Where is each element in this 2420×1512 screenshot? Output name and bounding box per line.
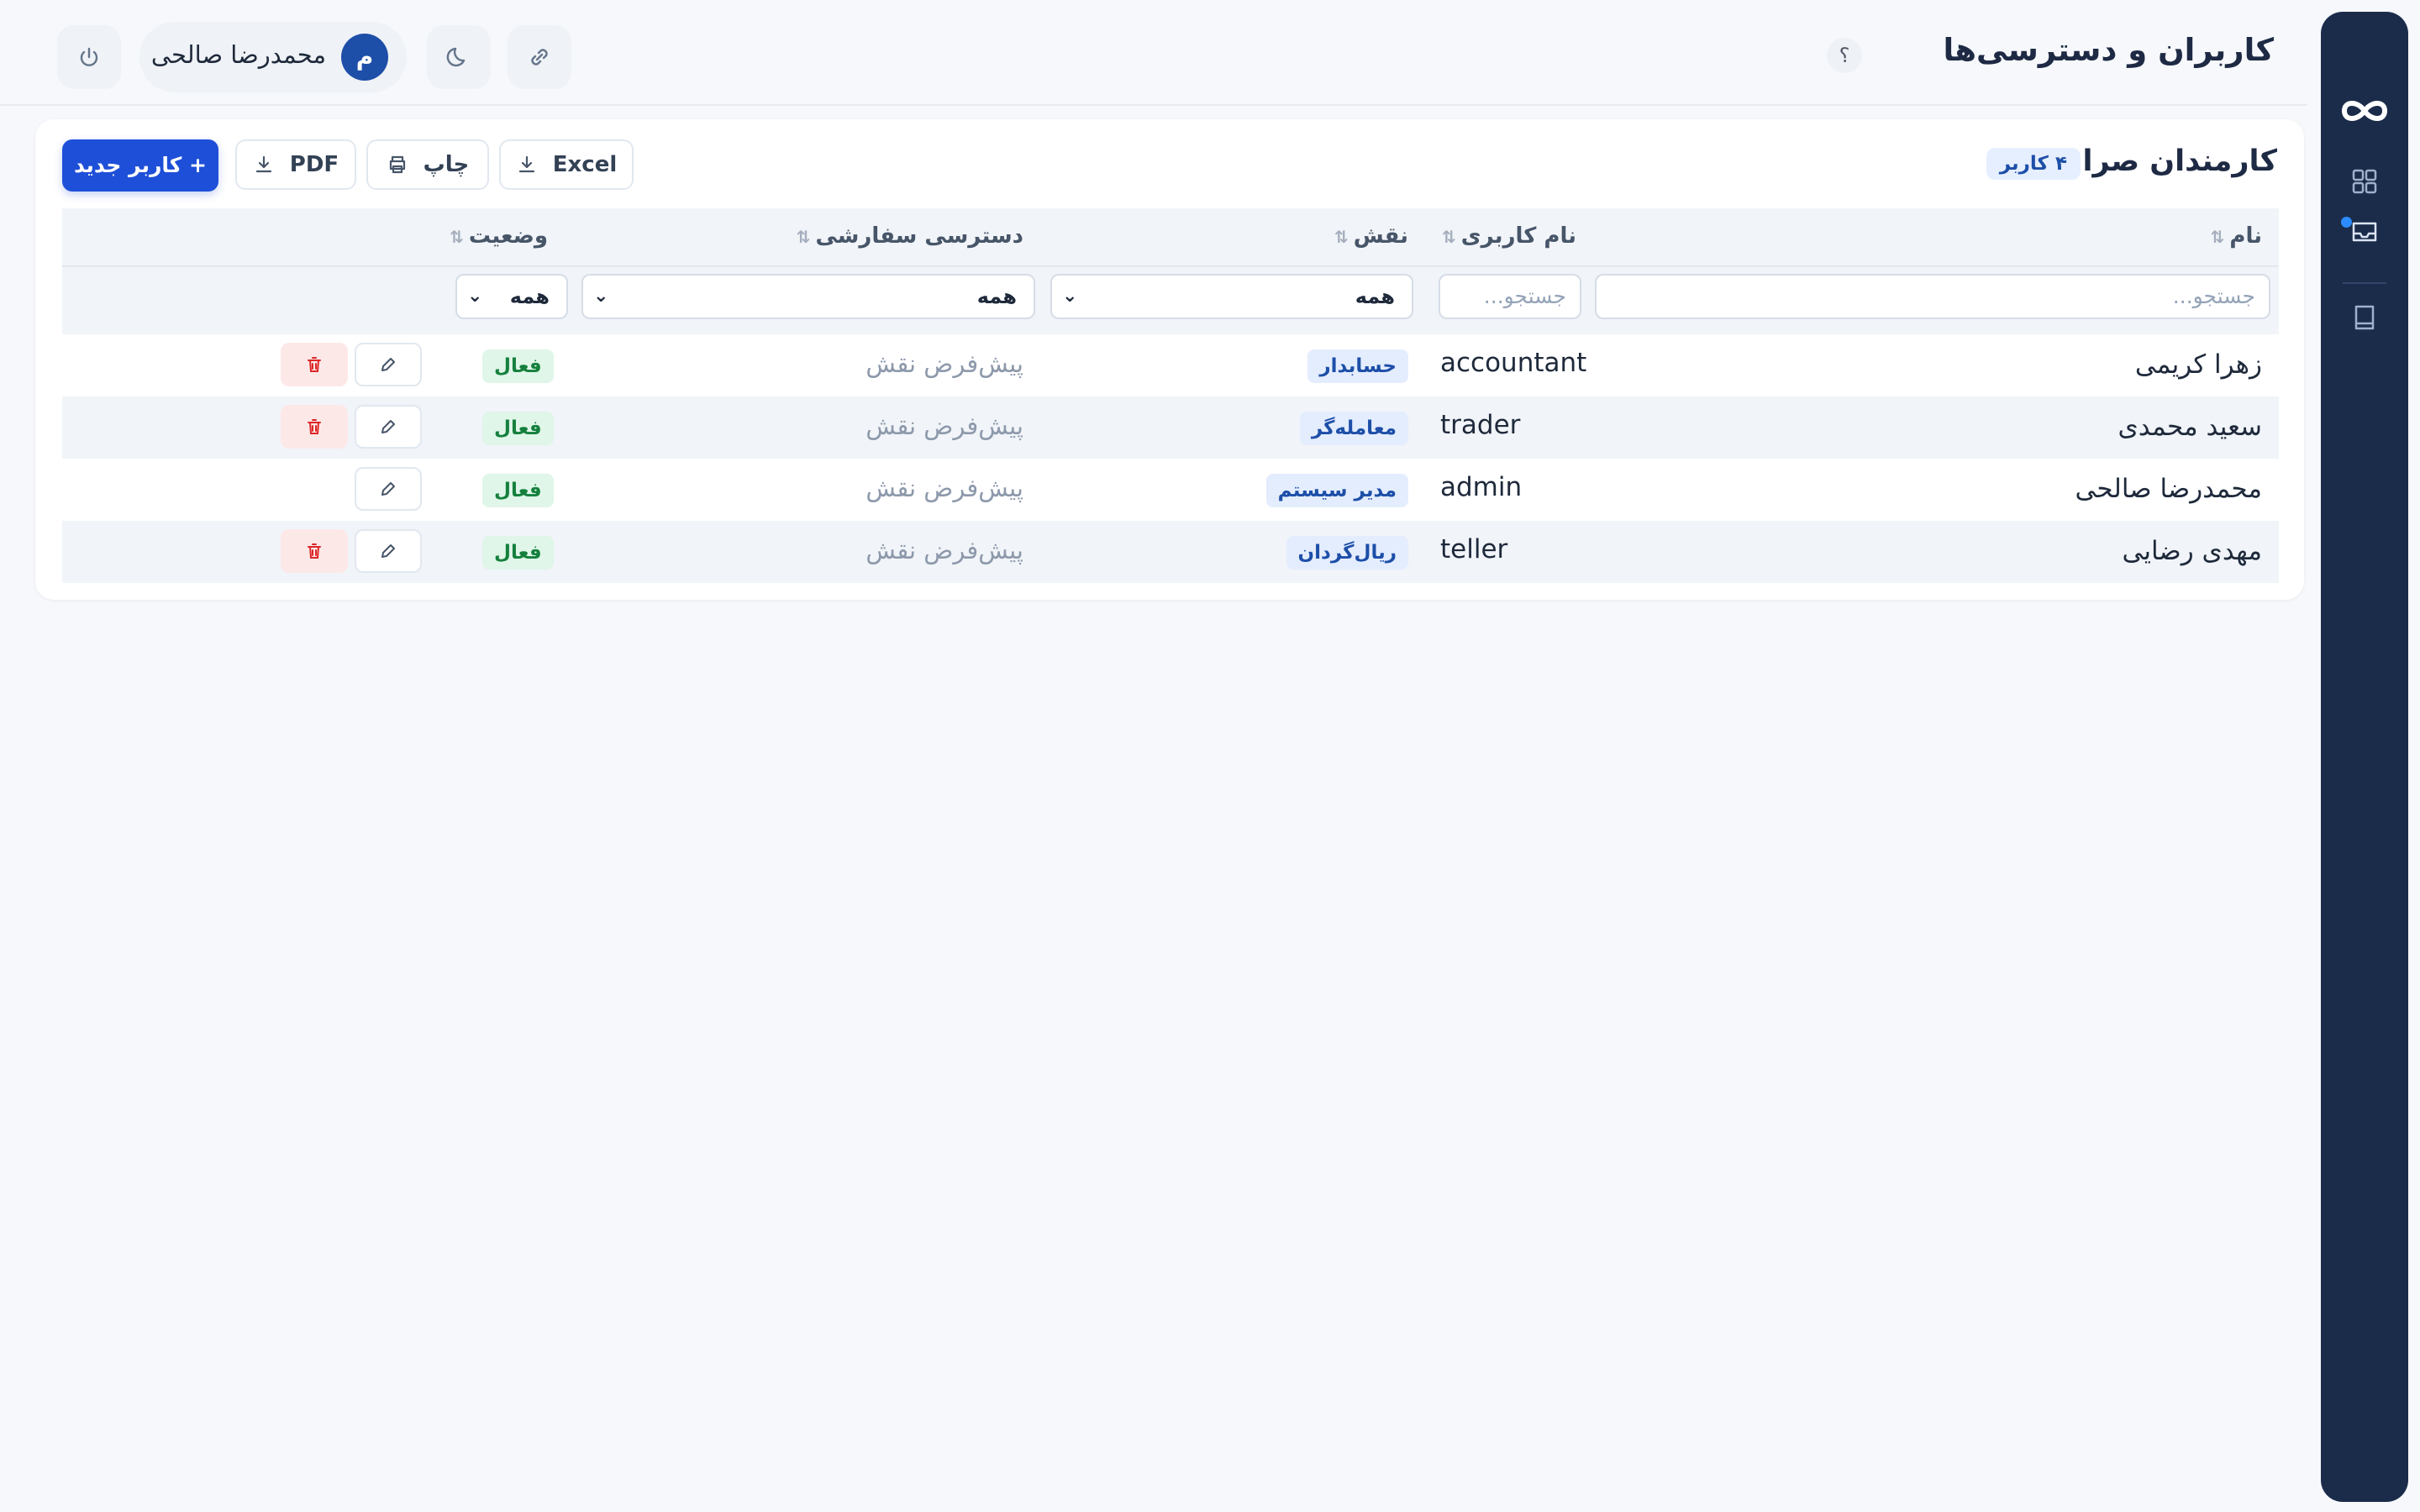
printer-icon [389, 155, 405, 174]
cell-username: accountant [1440, 348, 1587, 378]
link-icon [531, 49, 548, 66]
logout-button[interactable] [57, 25, 121, 89]
cell-username: admin [1440, 472, 1523, 502]
user-chip[interactable]: م محمدرضا صالحی [139, 22, 407, 92]
status-badge: فعال [482, 536, 554, 570]
filter-row: جستجو... جستجو... همه ⌄ همه ⌄ همه ⌄ [62, 265, 2279, 334]
trash-icon [308, 419, 321, 434]
export-excel-button[interactable]: Excel [499, 139, 634, 190]
side-rail [2321, 12, 2408, 1502]
cell-username: trader [1440, 410, 1521, 440]
table-row[interactable]: زهرا کریمی accountant حسابدار پیش‌فرض نق… [62, 334, 2279, 396]
sort-icon: ⇅ [796, 227, 811, 247]
inbox-icon[interactable] [2349, 217, 2380, 247]
column-header-access[interactable]: دسترسی سفارشی⇅ [797, 223, 1023, 249]
edit-button[interactable] [355, 467, 422, 511]
download-icon [255, 155, 271, 173]
column-header-username[interactable]: نام کاربری⇅ [1442, 223, 1576, 249]
table-header: نام⇅ نام کاربری⇅ نقش⇅ دسترسی سفارشی⇅ وضع… [62, 208, 2279, 265]
edit-button[interactable] [355, 405, 422, 449]
status-badge: فعال [482, 474, 554, 507]
status-badge: فعال [482, 412, 554, 445]
user-count-badge: ۴ کاربر [1986, 148, 2081, 180]
help-icon[interactable]: ؟ [1827, 38, 1862, 73]
moon-icon [446, 47, 466, 67]
theme-toggle-button[interactable] [427, 25, 491, 89]
users-card: کارمندان صرافی ۴ کاربر Excel چاپ PDF + ک… [35, 119, 2304, 600]
column-header-status[interactable]: وضعیت⇅ [450, 223, 548, 249]
rail-divider [2343, 282, 2386, 284]
page-title: کاربران و دسترسی‌ها [1943, 32, 2274, 68]
status-badge: فعال [482, 349, 554, 383]
sort-icon: ⇅ [1441, 227, 1456, 247]
table-row[interactable]: محمدرضا صالحی admin مدیر سیستم پیش‌فرض ن… [62, 459, 2279, 521]
sort-icon: ⇅ [450, 227, 464, 247]
cell-name: زهرا کریمی [2134, 349, 2262, 380]
link-button[interactable] [508, 25, 571, 89]
export-pdf-button[interactable]: PDF [235, 139, 356, 190]
delete-button[interactable] [281, 529, 348, 573]
pdf-label: PDF [289, 152, 339, 177]
chevron-down-icon: ⌄ [1062, 286, 1078, 307]
print-button[interactable]: چاپ [366, 139, 489, 190]
trash-icon [308, 543, 321, 559]
power-icon [80, 47, 98, 66]
grid-icon[interactable] [2349, 166, 2380, 197]
edit-button[interactable] [355, 529, 422, 573]
name-search-input[interactable]: جستجو... [1595, 274, 2270, 319]
top-header: کاربران و دسترسی‌ها ؟ م محمدرضا صالحی [0, 0, 2307, 106]
cell-access: پیش‌فرض نقش [865, 349, 1023, 378]
role-badge: مدیر سیستم [1265, 474, 1408, 507]
add-user-button[interactable]: + کاربر جدید [62, 139, 218, 192]
column-header-role[interactable]: نقش⇅ [1334, 223, 1408, 249]
table-row[interactable]: مهدی رضایی teller ریال‌گردان پیش‌فرض نقش… [62, 521, 2279, 583]
sort-icon: ⇅ [1334, 227, 1349, 247]
role-badge: معامله‌گر [1299, 412, 1408, 445]
cell-name: محمدرضا صالحی [2075, 474, 2262, 504]
avatar: م [341, 34, 388, 81]
pencil-icon [381, 420, 395, 433]
role-badge: حسابدار [1307, 349, 1408, 383]
chevron-down-icon: ⌄ [467, 286, 483, 307]
access-filter-select[interactable]: همه ⌄ [581, 274, 1035, 319]
cell-username: teller [1440, 534, 1508, 564]
cell-name: سعید محمدی [2118, 412, 2262, 442]
print-label: چاپ [423, 152, 470, 177]
role-filter-select[interactable]: همه ⌄ [1050, 274, 1413, 319]
column-header-name[interactable]: نام⇅ [2211, 223, 2262, 249]
pencil-icon [381, 358, 395, 371]
cell-access: پیش‌فرض نقش [865, 412, 1023, 440]
pencil-icon [381, 544, 395, 558]
delete-button[interactable] [281, 343, 348, 386]
edit-button[interactable] [355, 343, 422, 386]
chevron-down-icon: ⌄ [593, 286, 609, 307]
sort-icon: ⇅ [2210, 227, 2225, 247]
delete-button[interactable] [281, 405, 348, 449]
status-filter-select[interactable]: همه ⌄ [455, 274, 568, 319]
trash-icon [308, 357, 321, 372]
username-search-input[interactable]: جستجو... [1439, 274, 1581, 319]
excel-label: Excel [552, 152, 618, 177]
infinity-logo-icon[interactable] [2338, 92, 2391, 129]
download-icon [518, 155, 534, 173]
book-icon[interactable] [2349, 302, 2380, 333]
user-name: محمدرضا صالحی [150, 40, 326, 69]
table-row[interactable]: سعید محمدی trader معامله‌گر پیش‌فرض نقش … [62, 396, 2279, 459]
cell-access: پیش‌فرض نقش [865, 536, 1023, 564]
role-badge: ریال‌گردان [1286, 536, 1408, 570]
pencil-icon [381, 482, 395, 496]
cell-name: مهدی رضایی [2122, 536, 2263, 566]
cell-access: پیش‌فرض نقش [865, 474, 1023, 502]
